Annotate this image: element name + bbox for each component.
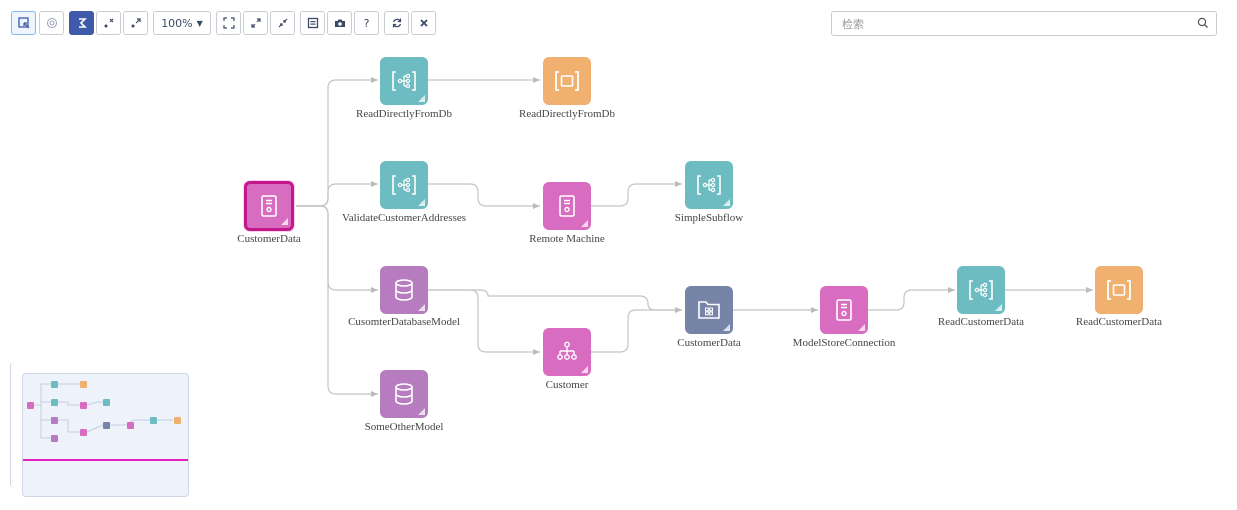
expand-corner-icon (418, 408, 425, 415)
expand-corner-icon (995, 304, 1002, 311)
minimap-edges (33, 383, 173, 439)
node-remote-machine[interactable] (543, 182, 591, 230)
expand-corner-icon (581, 366, 588, 373)
minimap-node (51, 381, 58, 388)
edge (296, 205, 378, 397)
minimap-node (103, 399, 110, 406)
node-label: ModelStoreConnection (792, 337, 896, 349)
node-readcustomerdata-subflow[interactable] (957, 266, 1005, 314)
node-label: ReadCustomerData (1075, 316, 1163, 328)
expand-corner-icon (581, 220, 588, 227)
node-validatecustomeraddresses[interactable] (380, 161, 428, 209)
minimap-node (103, 422, 110, 429)
node-label: ReadDirectlyFromDb (519, 108, 615, 120)
edge (868, 287, 955, 311)
node-label: SimpleSubflow (674, 212, 744, 224)
edge (296, 181, 378, 207)
expand-corner-icon (858, 324, 865, 331)
edge (428, 183, 540, 209)
bracket-box-icon (1095, 266, 1143, 314)
node-label: CusomterDatabaseModel (348, 316, 460, 328)
minimap-toggle[interactable] (10, 362, 17, 488)
minimap-node (80, 381, 87, 388)
node-label: ReadDirectlyFromDb (356, 108, 452, 120)
minimap-node (80, 429, 87, 436)
minimap-node (51, 399, 58, 406)
expand-corner-icon (723, 324, 730, 331)
minimap-node (51, 417, 58, 424)
node-label: SomeOtherModel (364, 421, 444, 433)
edge (296, 77, 378, 207)
node-readcustomerdata-target[interactable] (1095, 266, 1143, 314)
minimap-node (150, 417, 157, 424)
minimap-viewport-edge (23, 459, 188, 461)
node-label: CustomerData (677, 337, 741, 349)
edge (428, 289, 682, 313)
node-modelstoreconnection[interactable] (820, 286, 868, 334)
node-label: CustomerData (237, 233, 301, 245)
node-customer[interactable] (543, 328, 591, 376)
minimap-node (27, 402, 34, 409)
node-label: Remote Machine (529, 233, 605, 245)
minimap-node (80, 402, 87, 409)
edge (590, 307, 682, 353)
node-label: ReadCustomerData (937, 316, 1025, 328)
expand-corner-icon (418, 95, 425, 102)
expand-corner-icon (281, 218, 288, 225)
node-customerdata-folder[interactable] (685, 286, 733, 334)
minimap[interactable] (22, 373, 189, 497)
node-customerdata-source[interactable] (244, 181, 294, 231)
node-readdirectlyfromdb-subflow[interactable] (380, 57, 428, 105)
node-label: Customer (545, 379, 589, 391)
expand-corner-icon (418, 304, 425, 311)
minimap-node (51, 435, 58, 442)
node-simplesubflow[interactable] (685, 161, 733, 209)
node-label: ValidateCustomerAddresses (341, 212, 467, 224)
node-readdirectlyfromdb-target[interactable] (543, 57, 591, 105)
minimap-node (174, 417, 181, 424)
expand-corner-icon (418, 199, 425, 206)
expand-corner-icon (723, 199, 730, 206)
edge (590, 181, 682, 207)
bracket-box-icon (543, 57, 591, 105)
minimap-node (127, 422, 134, 429)
node-cusomterdatabasemodel[interactable] (380, 266, 428, 314)
node-someothermodel[interactable] (380, 370, 428, 418)
